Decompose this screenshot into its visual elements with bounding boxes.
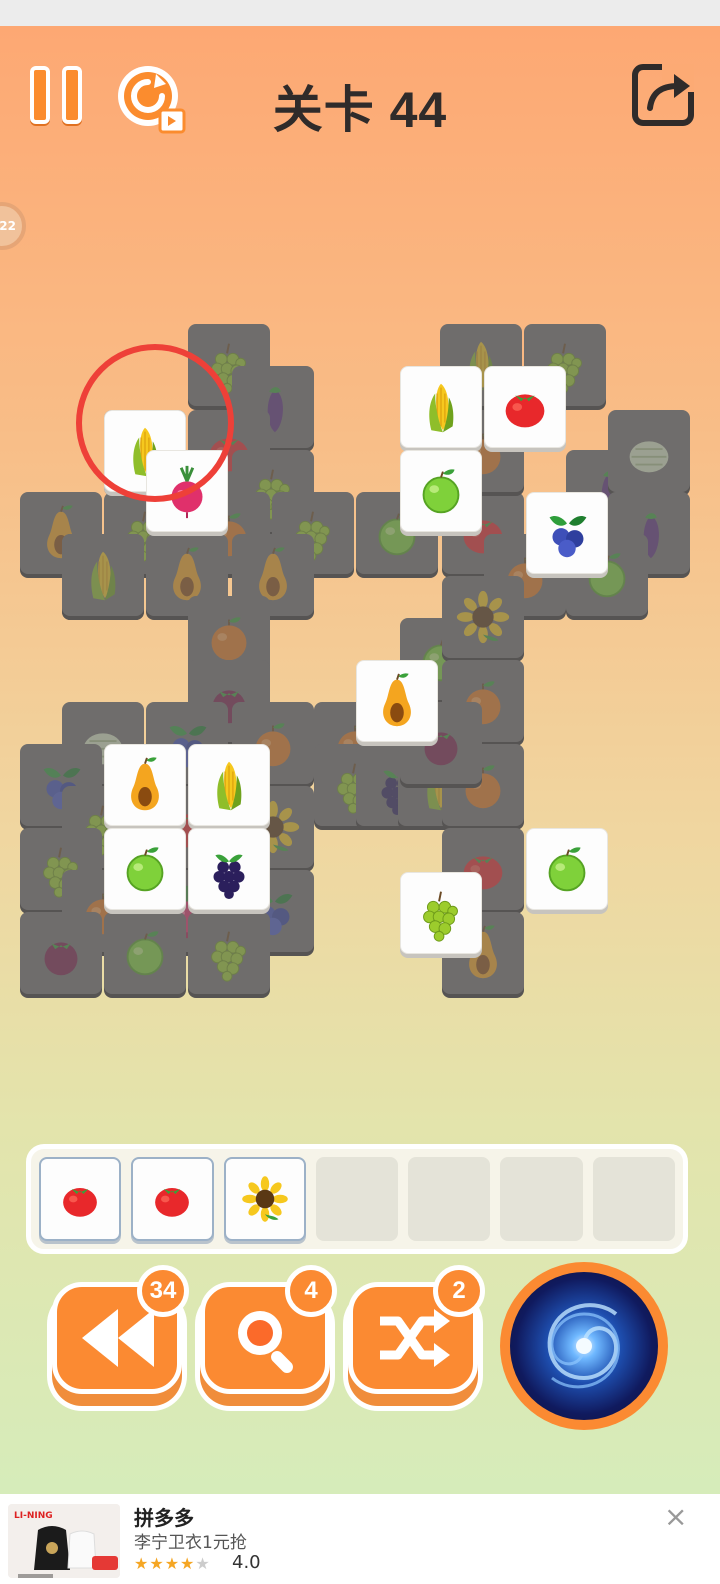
sunflower-icon	[242, 1176, 288, 1222]
ad-banner[interactable]: LI-NING 拼多多 李宁卫衣1元抢 ★★★★★ 4.0 ×	[0, 1494, 720, 1584]
melon-icon	[629, 441, 669, 473]
lime-icon	[126, 847, 164, 892]
tray-slot-empty	[500, 1157, 583, 1241]
hint-count-badge: 4	[285, 1265, 337, 1317]
tile-pear[interactable]	[104, 744, 186, 826]
tomato-icon	[155, 1188, 190, 1217]
hint-button[interactable]: 4	[200, 1265, 337, 1394]
blocked-tile	[104, 912, 186, 994]
tile-corn[interactable]	[400, 366, 482, 448]
blocked-tile	[188, 912, 270, 994]
tile-lime[interactable]	[400, 450, 482, 532]
undo-button[interactable]: 34	[52, 1265, 189, 1394]
tile-blackberry[interactable]	[188, 828, 270, 910]
ad-title: 拼多多	[134, 1506, 194, 1530]
tray-slot-tomato	[131, 1157, 214, 1241]
blocked-tile	[442, 576, 524, 658]
share-button[interactable]	[632, 64, 694, 126]
ad-rating-value: 4.0	[232, 1552, 261, 1573]
tile-pear[interactable]	[356, 660, 438, 742]
beet-icon	[171, 465, 203, 519]
tray-slot-empty	[315, 1157, 399, 1241]
pause-button[interactable]	[30, 66, 84, 128]
corn-icon	[217, 761, 242, 811]
tray-slot-empty	[408, 1157, 491, 1241]
ad-product-image: LI-NING	[8, 1504, 120, 1578]
ad-close-button[interactable]: ×	[664, 1500, 687, 1533]
tile-tomato[interactable]	[484, 366, 566, 448]
share-icon	[632, 64, 694, 126]
level-title: 关卡 44	[272, 82, 448, 138]
ad-mark-label	[18, 1574, 53, 1578]
tile-lime[interactable]	[526, 828, 608, 910]
grapes-icon	[211, 931, 246, 982]
restart-icon	[118, 66, 186, 134]
shuffle-count-badge: 2	[433, 1265, 485, 1317]
tomato-icon	[505, 394, 545, 428]
mangosteen-icon	[44, 942, 78, 976]
svg-text:LI-NING: LI-NING	[14, 1511, 53, 1521]
vortex-icon	[510, 1272, 658, 1420]
lime-icon	[548, 847, 586, 892]
side-level-badge[interactable]: 22	[0, 202, 26, 250]
undo-count-badge: 34	[137, 1265, 189, 1317]
collection-tray	[26, 1144, 688, 1254]
tile-lime[interactable]	[104, 828, 186, 910]
corn-icon	[429, 383, 454, 433]
tile-blueberry[interactable]	[526, 492, 608, 574]
ad-subtitle: 李宁卫衣1元抢	[134, 1533, 247, 1553]
tray-slot-sunflower	[223, 1157, 306, 1241]
tray-slot-tomato	[39, 1157, 122, 1241]
grapes-icon	[423, 891, 458, 942]
blocked-tile	[20, 912, 102, 994]
pear-icon	[131, 757, 159, 811]
blocked-tile	[608, 410, 690, 492]
shuffle-button[interactable]: 2	[348, 1265, 485, 1394]
game-screen: 关卡 44 22 34 4 2	[0, 26, 720, 1494]
lime-icon	[422, 469, 460, 514]
blueberry-icon	[549, 516, 587, 558]
tomato-icon	[63, 1188, 98, 1217]
ad-rating-stars: ★★★★★	[134, 1554, 211, 1573]
pear-icon	[383, 673, 411, 727]
blocked-tile	[62, 534, 144, 616]
vortex-button[interactable]	[500, 1262, 668, 1430]
lime-icon	[126, 931, 164, 976]
pause-bar-icon	[30, 66, 50, 124]
pause-bar-icon	[62, 66, 82, 124]
blackberry-icon	[213, 854, 245, 900]
restart-video-button[interactable]	[116, 64, 188, 136]
tile-grapes[interactable]	[400, 872, 482, 954]
tile-corn[interactable]	[188, 744, 270, 826]
tile-beet[interactable]	[146, 450, 228, 532]
orange-icon	[211, 617, 247, 661]
corn-icon	[91, 551, 116, 601]
tray-slot-empty	[592, 1157, 675, 1241]
sunflower-icon	[456, 590, 510, 644]
